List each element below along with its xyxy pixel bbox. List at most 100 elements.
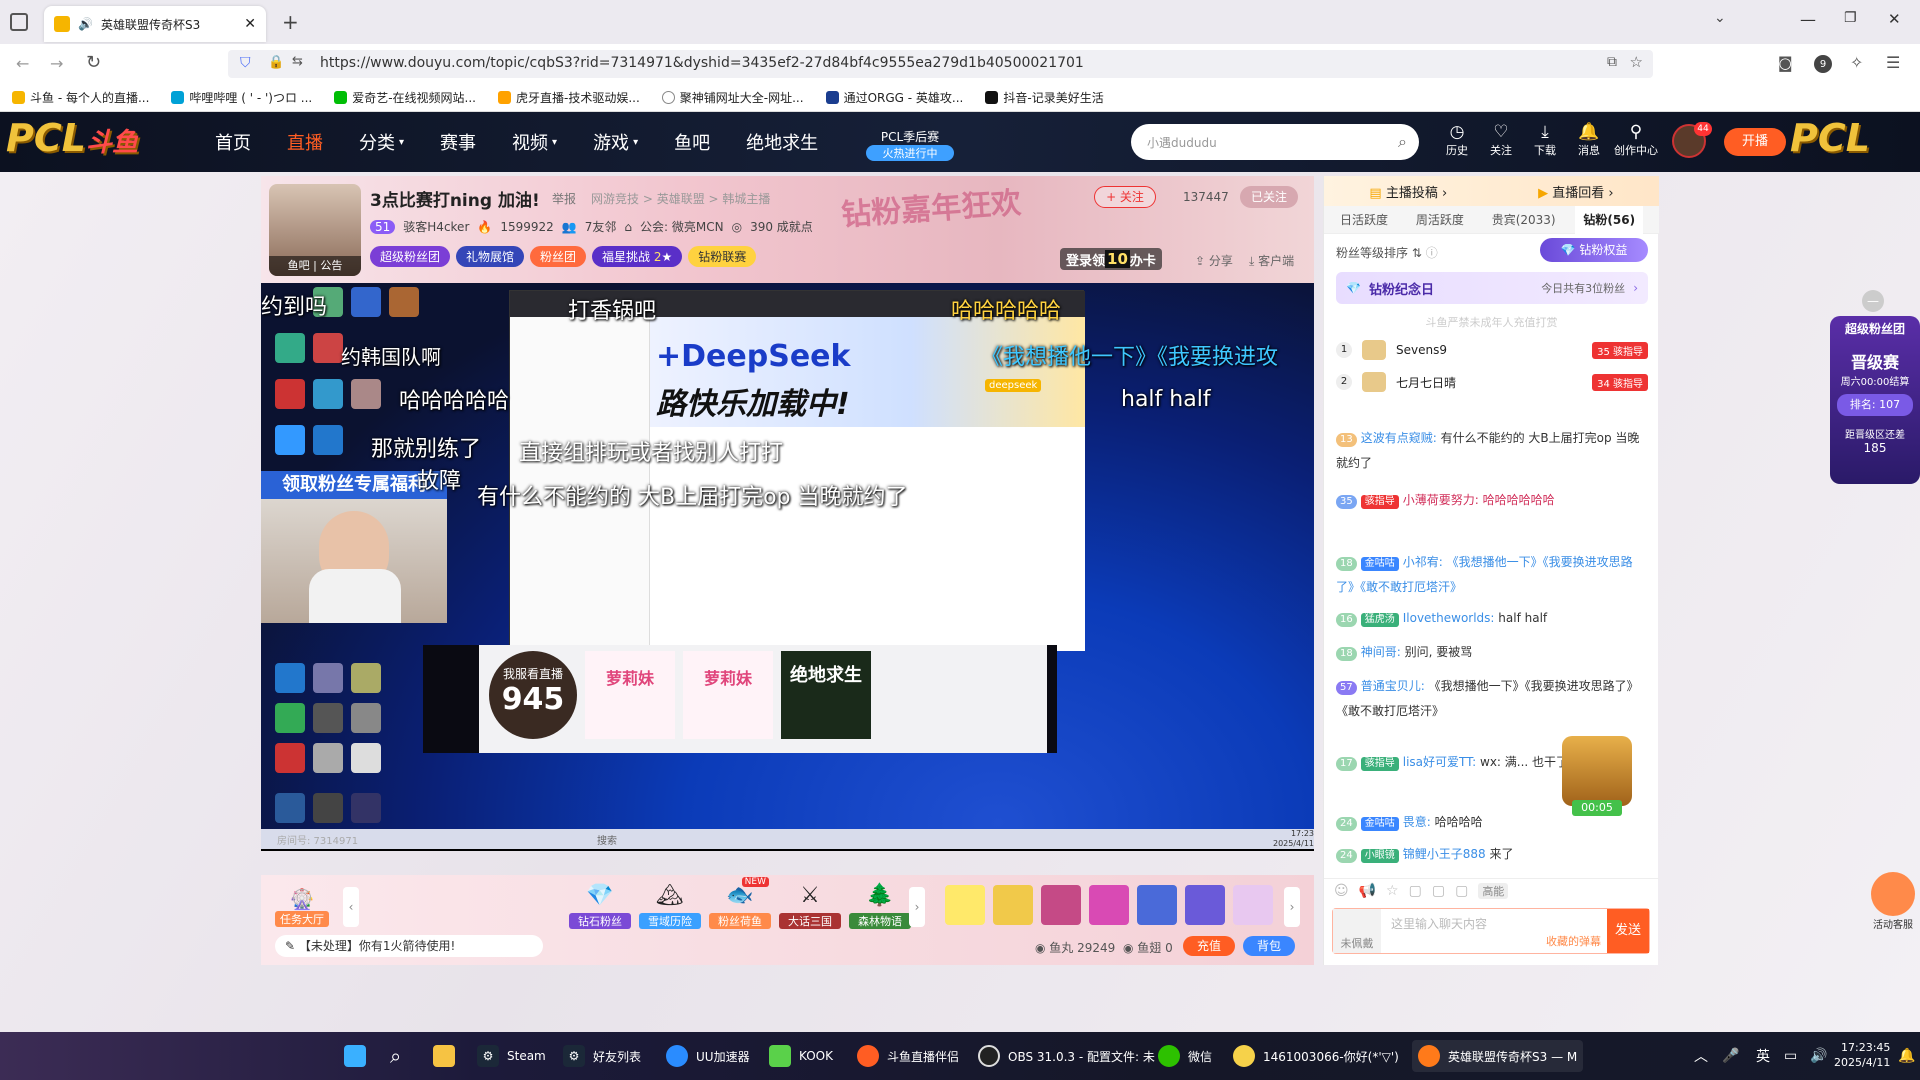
forward-icon[interactable]: → bbox=[50, 54, 63, 73]
recharge-button[interactable]: 充值 bbox=[1183, 936, 1235, 956]
video-player[interactable]: +DeepSeek 路快乐加载中! deepseek 我服看直播 945 萝莉妹 … bbox=[261, 283, 1314, 851]
go-live-button[interactable]: 开播 bbox=[1724, 128, 1786, 156]
minimize-icon[interactable]: — bbox=[1800, 10, 1816, 29]
follow-button[interactable]: ♡ 关注 bbox=[1481, 122, 1521, 158]
taskbar-wechat[interactable]: 微信 bbox=[1158, 1040, 1212, 1072]
friends-count[interactable]: 7友邻 bbox=[585, 218, 617, 235]
task-hall-button[interactable]: 🎡 任务大厅 bbox=[275, 887, 329, 927]
search-icon[interactable]: ⌕ bbox=[1398, 132, 1407, 152]
tile-pubg[interactable]: 绝地求生 bbox=[781, 651, 871, 739]
menu-events[interactable]: 赛事 bbox=[440, 129, 476, 155]
tray-chevron-icon[interactable]: ︿ bbox=[1694, 1040, 1708, 1072]
rocket-notice[interactable]: ✎ 【未处理】你有1火箭待使用! bbox=[275, 935, 543, 957]
menu-games[interactable]: 游戏 bbox=[593, 129, 629, 155]
tool-icon[interactable]: ▢ bbox=[1409, 883, 1422, 899]
promo-badge[interactable]: PCL季后赛 火热进行中 bbox=[866, 128, 954, 161]
gift-scroll-right-icon[interactable]: › bbox=[1284, 887, 1300, 927]
bookmark-item[interactable]: 爱奇艺-在线视频网站... bbox=[334, 89, 476, 106]
followed-button[interactable]: 已关注 bbox=[1240, 186, 1298, 208]
service-button[interactable]: 活动客服 bbox=[1866, 872, 1920, 931]
guild-name[interactable]: 公会: 微亮MCN bbox=[640, 218, 724, 235]
sort-label[interactable]: 粉丝等级排序 ⇅ ⓘ bbox=[1336, 244, 1438, 261]
menu-fishbar[interactable]: 鱼吧 bbox=[674, 129, 710, 155]
tile-circle[interactable]: 我服看直播 945 bbox=[489, 651, 577, 739]
collapse-icon[interactable]: — bbox=[1862, 290, 1884, 312]
bookmark-item[interactable]: 斗鱼 - 每个人的直播... bbox=[12, 89, 149, 106]
high-energy-button[interactable]: 高能 bbox=[1478, 882, 1509, 899]
rank-row[interactable]: 1 Sevens9 35 骇指导 bbox=[1336, 338, 1648, 362]
close-tab-icon[interactable]: ✕ bbox=[244, 16, 256, 32]
share-button[interactable]: ⇪ 分享 bbox=[1195, 252, 1233, 269]
extensions-icon[interactable]: ✧ bbox=[1850, 53, 1863, 72]
diamond-league-chip[interactable]: 钻粉联赛 bbox=[688, 246, 757, 267]
bookmark-item[interactable]: 聚神铺网址大全-网址... bbox=[661, 89, 804, 106]
deepseek-ad[interactable]: +DeepSeek 路快乐加载中! deepseek bbox=[650, 317, 1085, 427]
menu-category[interactable]: 分类 bbox=[359, 129, 395, 155]
tag-link[interactable]: 网游竞技 bbox=[591, 192, 639, 206]
send-button[interactable]: 发送 bbox=[1607, 909, 1649, 953]
gift-item[interactable] bbox=[1233, 885, 1273, 925]
lucky-challenge-chip[interactable]: 福星挑战 2★ bbox=[592, 246, 683, 267]
tile-loli[interactable]: 萝莉妹 bbox=[585, 651, 675, 739]
bookmark-item[interactable]: 虎牙直播-技术驱动娱... bbox=[498, 89, 640, 106]
tool-icon[interactable]: ▢ bbox=[1432, 883, 1445, 899]
saved-barrage-link[interactable]: 收藏的弹幕 bbox=[1546, 933, 1601, 949]
tab-dropdown-icon[interactable]: ⌄ bbox=[1714, 10, 1726, 26]
diamond-anniversary[interactable]: 💎 钻粉纪念日 今日共有3位粉丝 › bbox=[1336, 272, 1648, 304]
rank-row[interactable]: 2 七月七日晴 34 骇指导 bbox=[1336, 370, 1648, 394]
chat-input[interactable]: 这里输入聊天内容 收藏的弹幕 bbox=[1381, 909, 1607, 953]
tab-daily[interactable]: 日活跃度 bbox=[1332, 206, 1396, 234]
lock-icon[interactable]: 🔒 bbox=[268, 55, 284, 70]
game-item[interactable]: 💎 钻石粉丝 bbox=[569, 883, 631, 929]
bookmark-item[interactable]: 抖音-记录美好生活 bbox=[985, 89, 1104, 106]
bookmark-star-icon[interactable]: ☆ bbox=[1630, 53, 1643, 71]
streamer-posts-link[interactable]: ▤ 主播投稿 › bbox=[1369, 182, 1447, 201]
taskbar-obs[interactable]: OBS 31.0.3 - 配置文件: 未 bbox=[978, 1040, 1155, 1072]
history-button[interactable]: ◷ 历史 bbox=[1437, 122, 1477, 158]
gift-item[interactable] bbox=[945, 885, 985, 925]
taskbar-qq[interactable]: 1461003066-你好(*'▽') bbox=[1233, 1040, 1399, 1072]
streamer-avatar[interactable]: 鱼吧 | 公告 bbox=[269, 184, 361, 276]
fan-club-chip[interactable]: 粉丝团 bbox=[530, 246, 587, 267]
close-window-icon[interactable]: ✕ bbox=[1888, 10, 1901, 28]
new-tab-icon[interactable]: + bbox=[282, 10, 299, 34]
game-item[interactable]: NEW 🐟 粉丝荷鱼 bbox=[709, 877, 771, 929]
gift-item[interactable] bbox=[993, 885, 1033, 925]
taskbar-steam[interactable]: ⚙ Steam bbox=[477, 1040, 546, 1072]
treasure-chest-icon[interactable] bbox=[1562, 736, 1632, 806]
login-card-banner[interactable]: 登录领 10 办卡 bbox=[1060, 248, 1162, 270]
game-item[interactable]: 🏔 雪域历险 bbox=[639, 883, 701, 929]
message-button[interactable]: 🔔 消息 bbox=[1569, 122, 1609, 158]
tab-list-icon[interactable] bbox=[10, 13, 28, 31]
gift-item[interactable] bbox=[1041, 885, 1081, 925]
download-button[interactable]: ⤓ 下载 bbox=[1525, 122, 1565, 158]
tile-loli-2[interactable]: 萝莉妹 bbox=[683, 651, 773, 739]
pocket-icon[interactable]: ◙ bbox=[1778, 54, 1793, 72]
badge-selector[interactable]: 未佩戴 bbox=[1333, 909, 1381, 953]
emoji-icon[interactable]: ☺ bbox=[1334, 883, 1349, 899]
back-icon[interactable]: ← bbox=[16, 54, 29, 73]
host-name[interactable]: 骇客H4cker bbox=[403, 218, 469, 235]
gift-item[interactable] bbox=[1137, 885, 1177, 925]
taskbar-douyu-companion[interactable]: 斗鱼直播伴侣 bbox=[857, 1040, 959, 1072]
mic-icon[interactable]: 🎤 bbox=[1722, 1040, 1739, 1072]
menu-home[interactable]: 首页 bbox=[215, 129, 251, 155]
tab-vip[interactable]: 贵宾(2033) bbox=[1484, 206, 1564, 234]
menu-pubg[interactable]: 绝地求生 bbox=[746, 129, 818, 155]
permissions-icon[interactable]: ⇆ bbox=[292, 54, 303, 69]
restore-icon[interactable]: ❐ bbox=[1844, 10, 1857, 26]
backpack-button[interactable]: 背包 bbox=[1243, 936, 1295, 956]
site-logo[interactable]: PCL斗鱼 bbox=[6, 116, 196, 168]
tab-weekly[interactable]: 周活跃度 bbox=[1408, 206, 1472, 234]
taskbar-kook[interactable]: KOOK bbox=[769, 1040, 833, 1072]
clock[interactable]: 17:23:45 2025/4/11 bbox=[1834, 1040, 1890, 1070]
bookmark-item[interactable]: 通过ORGG - 英雄攻... bbox=[825, 89, 963, 106]
bookmark-item[interactable]: 哔哩哔哩 ( ' - ')つロ ... bbox=[171, 89, 312, 106]
notification-icon[interactable]: 🔔 bbox=[1898, 1040, 1915, 1072]
taskbar-friends[interactable]: ⚙ 好友列表 bbox=[563, 1040, 641, 1072]
menu-icon[interactable]: ☰ bbox=[1886, 53, 1900, 72]
client-button[interactable]: ⤓ 客户端 bbox=[1249, 252, 1294, 269]
gift-item[interactable] bbox=[1185, 885, 1225, 925]
creator-center-button[interactable]: ⚲ 创作中心 bbox=[1613, 122, 1659, 158]
start-button[interactable] bbox=[344, 1040, 366, 1072]
